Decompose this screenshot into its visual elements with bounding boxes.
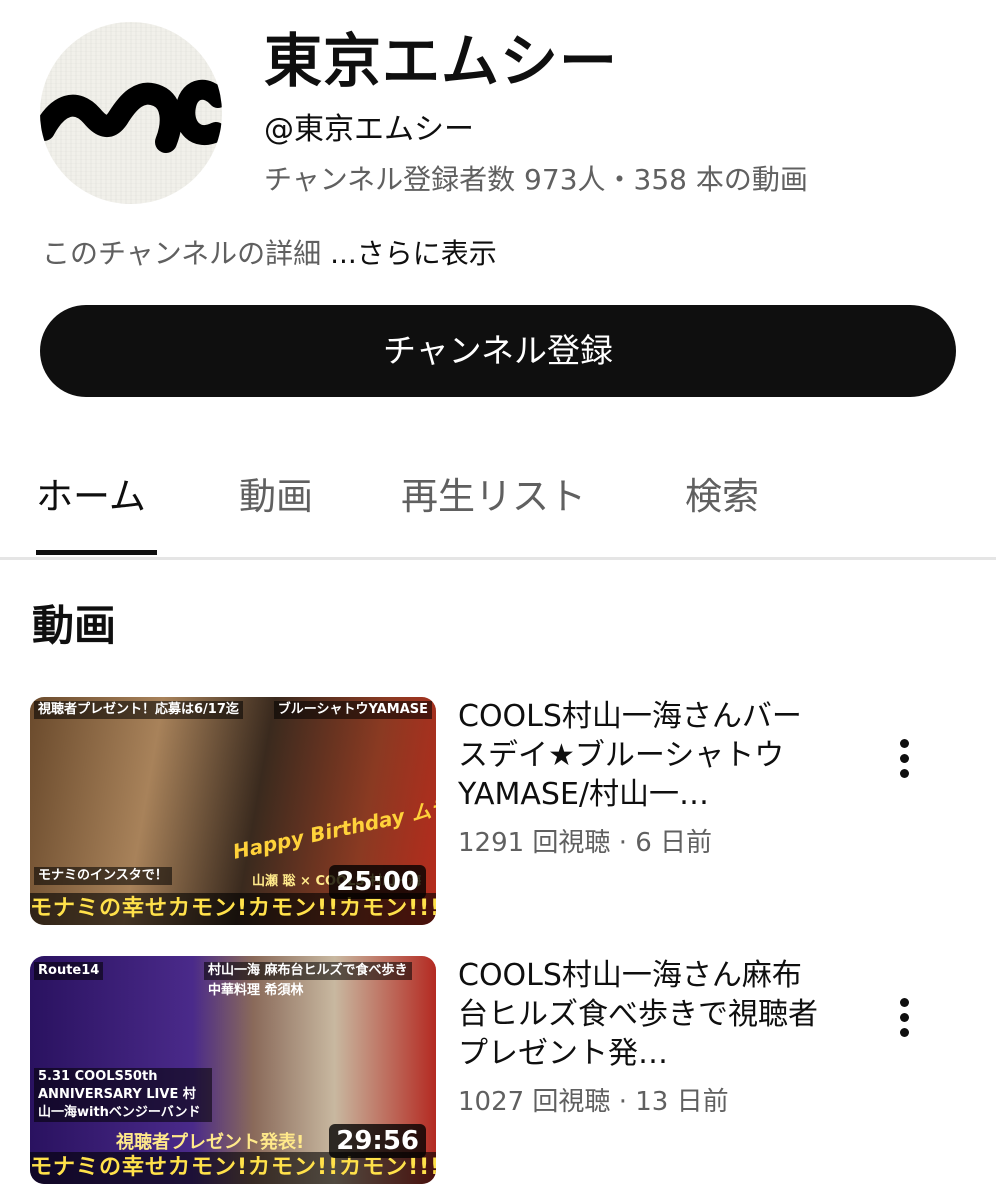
channel-avatar[interactable] (40, 22, 222, 204)
more-options-icon[interactable] (888, 737, 920, 781)
thumb-caption: モナミのインスタで！ (34, 867, 172, 885)
video-thumbnail[interactable]: Route14 村山一海 麻布台ヒルズで食べ歩き 中華料理 希須林 5.31 C… (30, 956, 436, 1184)
tab-search[interactable]: 検索 (685, 472, 759, 522)
tabs-divider (0, 557, 996, 560)
thumb-caption: Route14 (34, 962, 104, 980)
channel-tabs: ホーム 動画 再生リスト 検索 (0, 460, 996, 560)
tab-home[interactable]: ホーム (36, 472, 146, 522)
more-options-icon[interactable] (888, 996, 920, 1040)
video-title[interactable]: COOLS村山一海さん麻布台ヒルズ食べ歩きで視聴者プレゼント発… (458, 956, 818, 1073)
channel-name: 東京エムシー (264, 27, 619, 95)
subscribe-button[interactable]: チャンネル登録 (40, 305, 956, 397)
video-item[interactable]: Route14 村山一海 麻布台ヒルズで食べ歩き 中華料理 希須林 5.31 C… (0, 956, 996, 1186)
active-tab-indicator (36, 550, 157, 555)
video-duration: 29:56 (329, 1124, 426, 1158)
thumb-overlay-text: Happy Birthday ムラさん (230, 786, 436, 864)
thumb-caption: 視聴者プレゼント発表! (116, 1132, 305, 1153)
video-title[interactable]: COOLS村山一海さんバースデイ★ブルーシャトウYAMASE/村山一… (458, 697, 818, 814)
video-meta: 1027 回視聴 · 13 日前 (458, 1087, 729, 1117)
mc-logo-icon (40, 79, 222, 153)
video-meta: 1291 回視聴 · 6 日前 (458, 828, 713, 858)
channel-stats: チャンネル登録者数 973人・358 本の動画 (264, 163, 808, 196)
thumb-caption: 視聴者プレゼント！応募は6/17迄 (34, 701, 243, 719)
channel-handle: @東京エムシー (264, 112, 474, 147)
thumb-caption: ブルーシャトウYAMASE (273, 701, 432, 719)
show-more-link[interactable]: ...さらに表示 (330, 237, 497, 270)
thumb-caption: 村山一海 麻布台ヒルズで食べ歩き (204, 962, 412, 980)
tab-videos[interactable]: 動画 (239, 472, 313, 522)
tab-playlists[interactable]: 再生リスト (401, 472, 586, 522)
thumb-caption: 5.31 COOLS50th ANNIVERSARY LIVE 村山一海with… (34, 1068, 212, 1122)
thumb-caption: 中華料理 希須林 (208, 983, 304, 998)
video-thumbnail[interactable]: 視聴者プレゼント！応募は6/17迄 ブルーシャトウYAMASE Happy Bi… (30, 697, 436, 925)
channel-description[interactable]: このチャンネルの詳細 ...さらに表示 (42, 234, 497, 274)
video-item[interactable]: 視聴者プレゼント！応募は6/17迄 ブルーシャトウYAMASE Happy Bi… (0, 697, 996, 927)
description-text: このチャンネルの詳細 (42, 237, 331, 270)
section-title: 動画 (32, 601, 117, 650)
video-duration: 25:00 (329, 865, 426, 899)
